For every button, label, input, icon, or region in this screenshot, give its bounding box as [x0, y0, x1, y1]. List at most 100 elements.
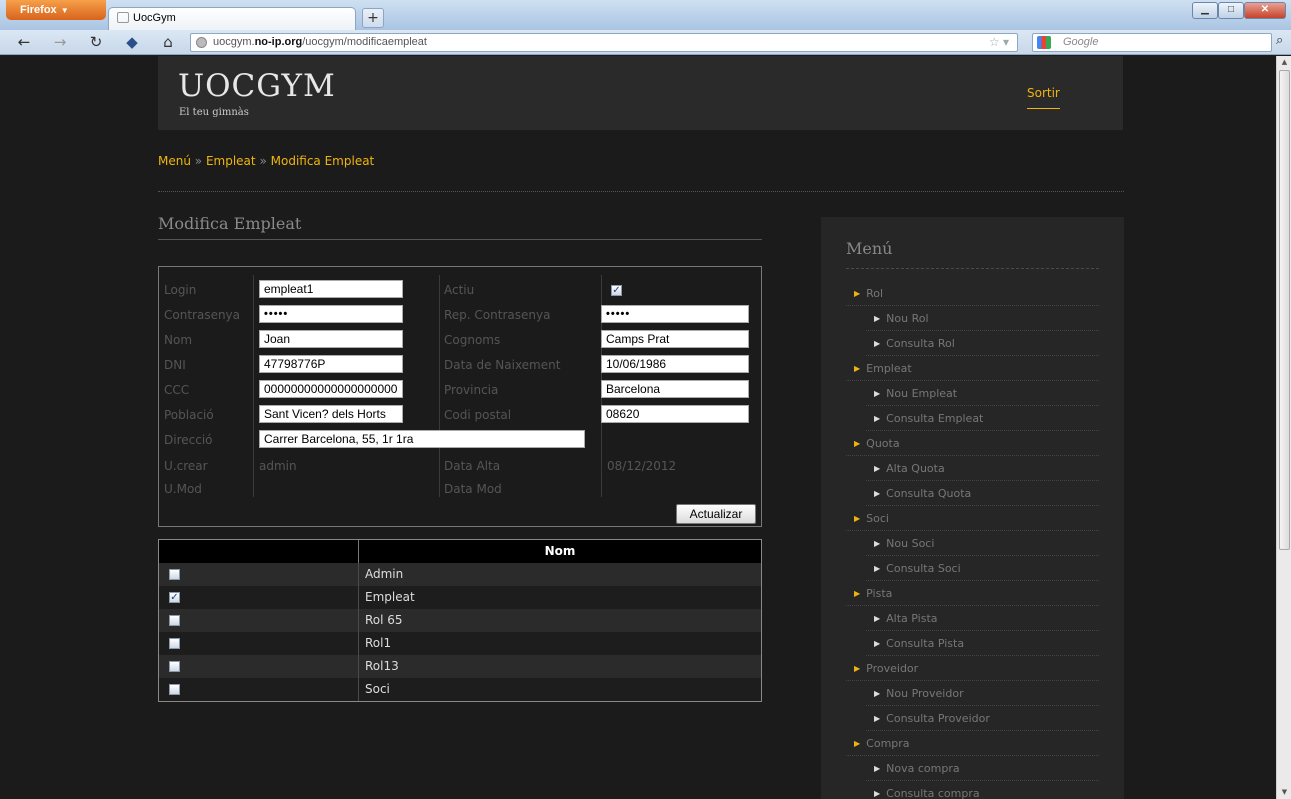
ccc-label: CCC	[164, 383, 190, 397]
menu-item-label: Nou Soci	[886, 537, 935, 550]
menu-item-soci[interactable]: ▶ Soci	[846, 506, 1099, 531]
new-tab-button[interactable]: +	[362, 8, 384, 28]
maximize-icon[interactable]: □	[1218, 2, 1244, 19]
google-icon	[1037, 36, 1051, 49]
menu-item-consulta-proveidor[interactable]: ▶ Consulta Proveidor	[866, 706, 1099, 731]
search-input[interactable]: Google	[1032, 33, 1272, 52]
menu-item-proveidor[interactable]: ▶ Proveidor	[846, 656, 1099, 681]
role-checkbox[interactable]	[169, 684, 180, 695]
url-bar[interactable]: uocgym.no-ip.org/uocgym/modificaempleat …	[190, 33, 1018, 52]
ccc-field[interactable]: 00000000000000000000	[259, 380, 403, 398]
update-button[interactable]: Actualizar	[676, 504, 756, 524]
password-field[interactable]: •••••	[259, 305, 403, 323]
menu-item-nou-rol[interactable]: ▶ Nou Rol	[866, 306, 1099, 331]
role-checkbox[interactable]	[169, 569, 180, 580]
home-icon[interactable]: ⌂	[158, 33, 178, 51]
table-cell	[159, 678, 359, 701]
arrow-right-icon: ▶	[874, 339, 881, 348]
page-scrollbar[interactable]: ▲ ▼	[1276, 56, 1291, 799]
menu-item-rol[interactable]: ▶ Rol	[846, 281, 1099, 306]
breadcrumb-menu[interactable]: Menú	[158, 154, 191, 168]
role-checkbox[interactable]	[169, 661, 180, 672]
firefox-menu-button[interactable]: Firefox ▼	[6, 0, 106, 20]
menu-item-label: Nou Empleat	[886, 387, 958, 400]
arrow-right-icon: ▶	[874, 314, 881, 323]
sidebar-menu: Menú ▶ Rol ▶ Nou Rol ▶ Consulta Rol ▶ Emplea…	[821, 217, 1124, 799]
table-row: Rol 65	[159, 609, 761, 632]
menu-item-label: Alta Pista	[886, 612, 938, 625]
birth-date-field[interactable]: 10/06/1986	[601, 355, 749, 373]
menu-item-nova-compra[interactable]: ▶ Nova compra	[866, 756, 1099, 781]
menu-item-label: Alta Quota	[886, 462, 945, 475]
menu-item-nou-empleat[interactable]: ▶ Nou Empleat	[866, 381, 1099, 406]
menu-item-compra[interactable]: ▶ Compra	[846, 731, 1099, 756]
arrow-right-icon: ▶	[874, 389, 881, 398]
page-title: Modifica Empleat	[158, 214, 762, 240]
menu-item-nou-proveidor[interactable]: ▶ Nou Proveidor	[866, 681, 1099, 706]
search-icon[interactable]: ⌕	[1276, 33, 1283, 48]
scroll-thumb[interactable]	[1279, 70, 1290, 550]
address-label: Direcció	[164, 433, 213, 447]
browser-tab[interactable]: UocGym	[108, 7, 356, 30]
menu-item-label: Consulta Pista	[886, 637, 965, 650]
breadcrumb-separator: »	[194, 154, 203, 168]
globe-icon	[196, 37, 207, 48]
dni-label: DNI	[164, 358, 186, 372]
menu-item-consulta-empleat[interactable]: ▶ Consulta Empleat	[866, 406, 1099, 431]
breadcrumb-empleat[interactable]: Empleat	[206, 154, 256, 168]
menu-item-alta-pista[interactable]: ▶ Alta Pista	[866, 606, 1099, 631]
menu-item-pista[interactable]: ▶ Pista	[846, 581, 1099, 606]
minimize-icon[interactable]: ▁	[1192, 2, 1218, 19]
modified-date-label: Data Mod	[444, 482, 502, 496]
role-checkbox[interactable]	[169, 615, 180, 626]
back-icon[interactable]: ←	[14, 33, 34, 51]
menu-item-consulta-soci[interactable]: ▶ Consulta Soci	[866, 556, 1099, 581]
reload-icon[interactable]: ↻	[86, 33, 106, 51]
name-field[interactable]: Joan	[259, 330, 403, 348]
tab-title: UocGym	[133, 12, 176, 24]
star-icon[interactable]: ☆ ▾	[989, 34, 1009, 51]
postal-code-field[interactable]: 08620	[601, 405, 749, 423]
town-field[interactable]: Sant Vicen? dels Horts	[259, 405, 403, 423]
breadcrumb-separator: »	[259, 154, 267, 168]
divider	[253, 275, 254, 497]
modified-by-label: U.Mod	[164, 482, 202, 496]
town-label: Població	[164, 408, 214, 422]
role-checkbox[interactable]: ✓	[169, 592, 180, 603]
menu-item-alta-quota[interactable]: ▶ Alta Quota	[866, 456, 1099, 481]
chevron-down-icon: ▼	[60, 6, 69, 15]
breadcrumb-current[interactable]: Modifica Empleat	[271, 154, 375, 168]
province-field[interactable]: Barcelona	[601, 380, 749, 398]
bookmark-icon[interactable]: ◆	[122, 33, 142, 51]
scroll-up-icon[interactable]: ▲	[1279, 58, 1290, 66]
menu-item-consulta-quota[interactable]: ▶ Consulta Quota	[866, 481, 1099, 506]
url-domain: no-ip.org	[254, 36, 303, 48]
menu-item-label: Rol	[866, 287, 884, 300]
forward-icon[interactable]: →	[50, 33, 70, 51]
menu-item-nou-soci[interactable]: ▶ Nou Soci	[866, 531, 1099, 556]
menu-item-empleat[interactable]: ▶ Empleat	[846, 356, 1099, 381]
arrow-right-icon: ▶	[874, 414, 881, 423]
role-name: Rol13	[365, 659, 399, 673]
login-field[interactable]: empleat1	[259, 280, 403, 298]
site-logo[interactable]: UOCGYM	[178, 68, 336, 104]
active-checkbox[interactable]: ✓	[611, 285, 622, 296]
scroll-down-icon[interactable]: ▼	[1279, 788, 1290, 796]
surname-field[interactable]: Camps Prat	[601, 330, 749, 348]
dni-field[interactable]: 47798776P	[259, 355, 403, 373]
role-checkbox[interactable]	[169, 638, 180, 649]
menu-item-consulta-compra[interactable]: ▶ Consulta compra	[866, 781, 1099, 799]
address-field[interactable]: Carrer Barcelona, 55, 1r 1ra	[259, 430, 585, 448]
province-label: Provincia	[444, 383, 499, 397]
postal-code-label: Codi postal	[444, 408, 512, 422]
arrow-right-icon: ▶	[874, 464, 881, 473]
close-icon[interactable]: ✕	[1244, 2, 1286, 19]
employee-form: Login empleat1 Actiu ✓ Contrasenya •••••…	[158, 266, 762, 527]
logout-link[interactable]: Sortir	[1027, 86, 1060, 109]
menu-item-quota[interactable]: ▶ Quota	[846, 431, 1099, 456]
repeat-password-field[interactable]: •••••	[601, 305, 749, 323]
breadcrumb: Menú » Empleat » Modifica Empleat	[158, 154, 374, 168]
menu-item-consulta-rol[interactable]: ▶ Consulta Rol	[866, 331, 1099, 356]
menu-item-consulta-pista[interactable]: ▶ Consulta Pista	[866, 631, 1099, 656]
table-cell	[159, 632, 359, 655]
